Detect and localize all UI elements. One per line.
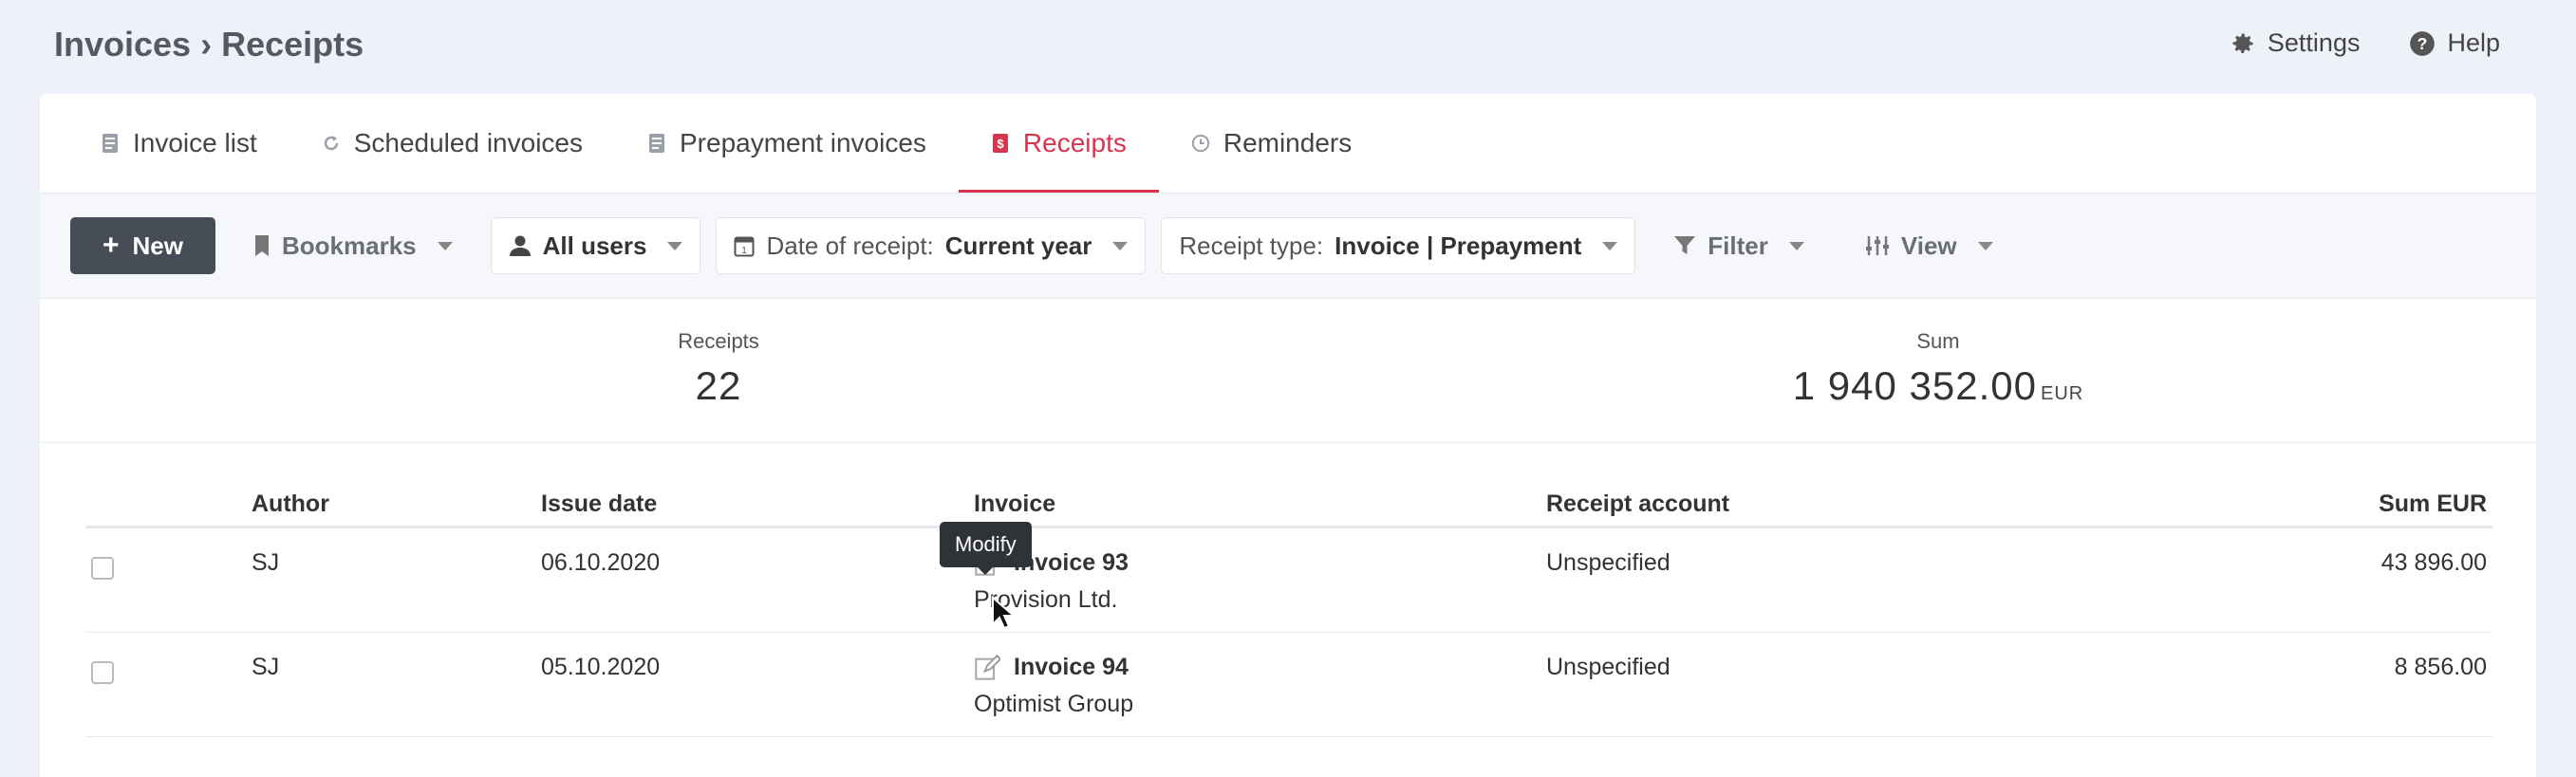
column-sum[interactable]: Sum EUR [2379, 490, 2487, 518]
receipt-type-dropdown[interactable]: Receipt type: Invoice | Prepayment [1161, 217, 1636, 274]
users-dropdown[interactable]: All users [490, 217, 701, 274]
document-icon [103, 134, 118, 153]
client-name: Optimist Group [974, 691, 1134, 717]
modify-tooltip: Modify [940, 522, 1032, 575]
help-link[interactable]: ? Help [2409, 28, 2500, 58]
table-row[interactable]: SJ 05.10.2020 Invoice 94 Optimist Group … [85, 633, 2492, 737]
tab-invoice-list[interactable]: Invoice list [101, 94, 289, 193]
users-label: All users [542, 231, 647, 260]
new-button-label: New [132, 231, 183, 260]
svg-text:?: ? [2417, 33, 2428, 52]
receipt-account-cell: Unspecified [1546, 654, 1671, 680]
breadcrumb-parent[interactable]: Invoices [54, 25, 191, 65]
svg-text:1: 1 [742, 246, 748, 256]
row-checkbox[interactable] [91, 557, 114, 580]
chevron-down-icon [1112, 241, 1129, 250]
tab-scheduled-invoices[interactable]: Scheduled invoices [289, 94, 615, 193]
breadcrumb-current: Receipts [221, 25, 364, 64]
tab-label: Invoice list [133, 128, 257, 157]
clock-icon [1191, 134, 1210, 153]
chevron-down-icon [1602, 241, 1618, 250]
refresh-icon [324, 136, 338, 151]
view-label: View [1900, 231, 1957, 260]
chevron-down-icon [437, 241, 453, 250]
help-label: Help [2447, 28, 2500, 57]
mouse-cursor-icon [992, 596, 1016, 630]
top-links: Settings ? Help [2230, 28, 2500, 58]
sum-label: Sum [1916, 329, 1960, 353]
sum-block: Sum 1 940 352.00 EUR [1691, 329, 2185, 409]
breadcrumb: Invoices › Receipts [54, 25, 364, 65]
column-receipt-account[interactable]: Receipt account [1546, 490, 1729, 518]
date-of-receipt-dropdown[interactable]: 1 Date of receipt: Current year [716, 217, 1147, 274]
svg-text:$: $ [997, 137, 1004, 151]
user-icon [509, 235, 531, 256]
main-panel: Invoice list Scheduled invoices Prepayme… [40, 94, 2536, 777]
column-invoice[interactable]: Invoice [974, 490, 1055, 518]
chevron-down-icon [1977, 241, 1993, 250]
table-header: Author Issue date Invoice Receipt accoun… [85, 443, 2492, 528]
sum-cell: 8 856.00 [2394, 654, 2487, 680]
receipt-type-prefix: Receipt type: [1179, 231, 1324, 260]
sliders-icon [1865, 236, 1889, 255]
sum-cell: 43 896.00 [2380, 549, 2487, 576]
issue-date-cell: 05.10.2020 [541, 654, 661, 680]
tab-label: Scheduled invoices [353, 128, 583, 157]
tab-reminders[interactable]: Reminders [1159, 94, 1384, 193]
invoice-link[interactable]: Invoice 94 [1014, 654, 1129, 681]
sum-value-line: 1 940 352.00 EUR [1691, 363, 2185, 409]
edit-icon[interactable] [974, 654, 1000, 681]
invoice-cell: Invoice 94 Optimist Group [974, 654, 1133, 718]
breadcrumb-separator: › [200, 25, 213, 64]
author-cell: SJ [252, 549, 280, 576]
summary-bar: Receipts 22 Sum 1 940 352.00 EUR [40, 299, 2536, 443]
settings-link[interactable]: Settings [2230, 28, 2361, 58]
tab-label: Prepayment invoices [680, 128, 926, 157]
settings-label: Settings [2267, 28, 2361, 57]
tab-receipts[interactable]: $ Receipts [958, 94, 1159, 193]
toolbar: + New Bookmarks All users 1 Date of rece… [40, 193, 2536, 299]
receipt-dollar-icon: $ [992, 134, 1008, 153]
receipts-count-value: 22 [695, 363, 742, 408]
date-filter-prefix: Date of receipt: [766, 231, 934, 260]
gear-icon [2232, 33, 2253, 53]
tab-prepayment-invoices[interactable]: Prepayment invoices [615, 94, 959, 193]
funnel-icon [1674, 236, 1696, 254]
tab-label: Receipts [1022, 128, 1127, 157]
calendar-icon: 1 [734, 236, 755, 257]
top-bar: Invoices › Receipts Settings ? Help [0, 0, 2576, 94]
receipt-type-value: Invoice | Prepayment [1335, 231, 1582, 260]
filter-dropdown[interactable]: Filter [1651, 217, 1827, 274]
column-issue-date[interactable]: Issue date [541, 490, 657, 518]
row-checkbox[interactable] [91, 661, 114, 684]
table-row[interactable]: SJ 06.10.2020 Invoice 93 Provision Ltd. … [85, 528, 2492, 633]
tab-bar: Invoice list Scheduled invoices Prepayme… [40, 94, 2536, 193]
filter-label: Filter [1708, 231, 1768, 260]
document-icon [649, 134, 664, 153]
author-cell: SJ [252, 654, 280, 680]
sum-value: 1 940 352.00 [1792, 363, 2037, 408]
date-filter-value: Current year [944, 231, 1092, 260]
view-dropdown[interactable]: View [1842, 217, 2016, 274]
bookmarks-dropdown[interactable]: Bookmarks [231, 217, 476, 274]
tab-label: Reminders [1223, 128, 1353, 157]
chevron-down-icon [667, 241, 683, 250]
new-button[interactable]: + New [70, 217, 215, 274]
chevron-down-icon [1788, 241, 1804, 250]
receipts-table: Author Issue date Invoice Receipt accoun… [85, 443, 2492, 737]
receipts-count-label: Receipts [678, 329, 759, 353]
column-author[interactable]: Author [252, 490, 329, 518]
plus-icon: + [103, 230, 120, 261]
receipt-account-cell: Unspecified [1546, 549, 1671, 576]
bookmark-icon [255, 235, 269, 256]
issue-date-cell: 06.10.2020 [541, 549, 661, 576]
sum-unit: EUR [2041, 383, 2084, 404]
bookmarks-label: Bookmarks [282, 231, 417, 260]
receipts-count-block: Receipts 22 [647, 329, 790, 409]
help-icon: ? [2410, 30, 2436, 56]
